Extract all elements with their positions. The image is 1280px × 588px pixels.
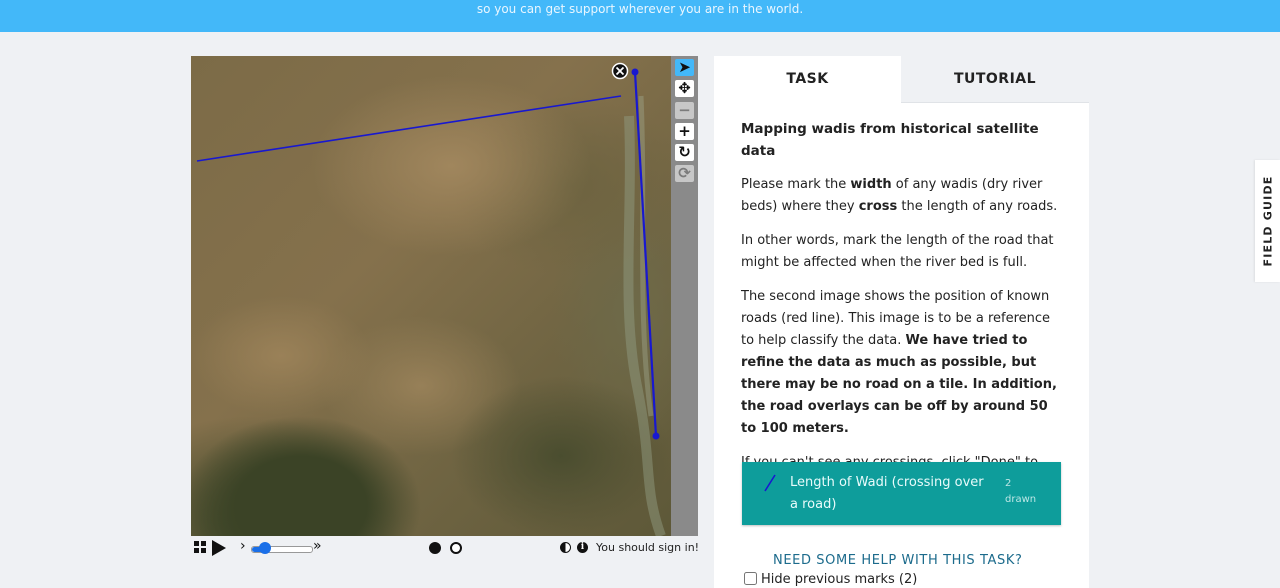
announcement-banner: so you can get support wherever you are … [0,0,1280,32]
pan-icon[interactable]: ✥ [675,80,694,97]
fast-speed-icon: » [313,538,322,554]
viewer-toolbar: ➤ ✥ − + ↻ ⟳ [671,56,698,536]
instruction-paragraph: Please mark the width of any wadis (dry … [741,177,1058,214]
signin-notice: You should sign in! [596,541,700,554]
tab-task[interactable]: TASK [714,56,901,103]
tool-label: Length of Wadi (crossing over a road) [790,475,984,512]
drawn-marks-layer [196,62,666,536]
hide-marks-label: Hide previous marks (2) [761,572,918,587]
play-icon[interactable] [212,540,226,556]
slow-speed-icon: › [240,538,246,554]
help-link[interactable]: NEED SOME HELP WITH THIS TASK? [773,553,1023,568]
mark-handle[interactable] [631,68,639,76]
frame-2-button[interactable] [450,542,462,554]
grid-view-icon[interactable] [194,541,206,553]
drawn-count: 2 drawn [1005,478,1037,505]
speed-slider-handle[interactable] [259,542,271,554]
info-icon[interactable]: i [577,542,588,553]
wadi-line-mark[interactable] [196,95,622,162]
mark-handle[interactable] [652,432,660,440]
field-guide-tab[interactable]: FIELD GUIDE [1255,160,1280,282]
instruction-paragraph: The second image shows the position of k… [741,289,1057,436]
rotate-icon[interactable]: ↻ [675,144,694,161]
viewer-controls: › » i You should sign in! [191,537,701,559]
frame-1-button[interactable] [429,542,441,554]
reset-icon[interactable]: ⟳ [675,165,694,182]
line-tool-icon [764,474,776,492]
task-instructions: Mapping wadis from historical satellite … [741,118,1066,508]
task-heading: Mapping wadis from historical satellite … [741,121,1039,159]
banner-text: so you can get support wherever you are … [476,2,804,16]
wadi-length-tool-button[interactable]: Length of Wadi (crossing over a road) 2d… [742,462,1061,525]
pointer-icon[interactable]: ➤ [675,59,694,76]
zoom-in-icon[interactable]: + [675,123,694,140]
contrast-icon[interactable] [560,542,571,553]
subject-image[interactable] [191,56,671,536]
zoom-out-icon[interactable]: − [675,102,694,119]
tab-tutorial[interactable]: TUTORIAL [901,56,1089,103]
instruction-paragraph: In other words, mark the length of the r… [741,233,1054,270]
field-guide-label: FIELD GUIDE [1261,175,1274,267]
task-panel: TASK TUTORIAL Mapping wadis from histori… [714,56,1089,588]
delete-mark-icon[interactable] [611,62,629,80]
hide-marks-checkbox[interactable] [744,572,757,585]
panel-tabs: TASK TUTORIAL [714,56,1089,103]
hide-previous-marks[interactable]: Hide previous marks (2) [744,572,917,587]
